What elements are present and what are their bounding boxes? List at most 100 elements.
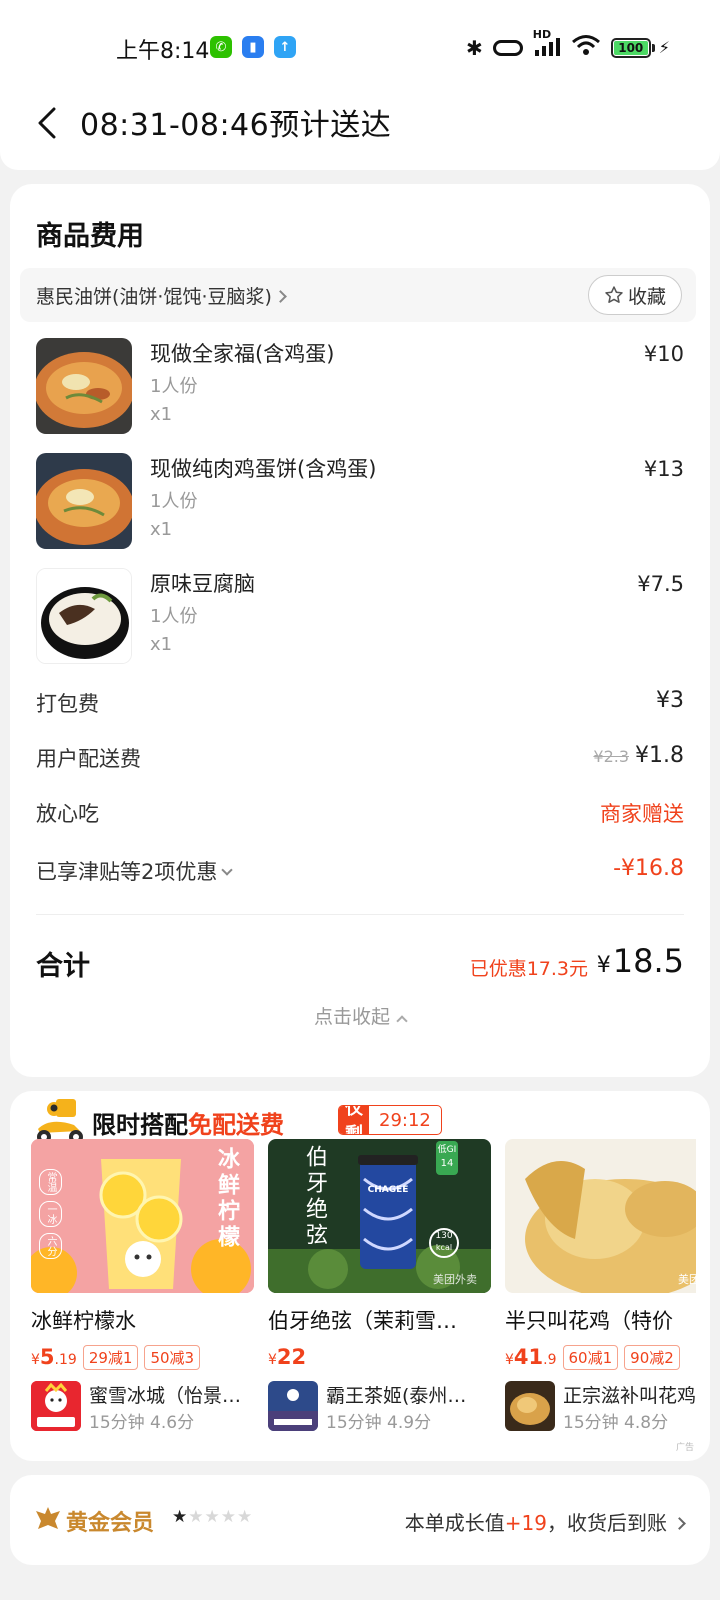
kcal-value: 130 [435, 1231, 453, 1241]
shop-logo [31, 1381, 81, 1431]
delivery-fee-value: ¥1.8 [635, 743, 684, 768]
shop-row[interactable]: 惠民油饼(油饼·馄饨·豆脑浆) 收藏 [20, 268, 696, 322]
item-spec: 1人份 [150, 606, 198, 627]
collapse-label: 点击收起 [313, 1006, 390, 1028]
price-decimal: .19 [54, 1352, 77, 1368]
collapse-button[interactable]: 点击收起 [10, 1002, 710, 1029]
item-name: 现做纯肉鸡蛋饼(含鸡蛋) [150, 457, 377, 481]
item-image [36, 568, 132, 664]
product-card[interactable]: 冰鲜柠檬 常温 一冰 六分 冰鲜柠檬水 ¥5.19 29减1 50减3 蜜雪冰城… [31, 1139, 254, 1433]
product-card[interactable]: 伯牙绝弦 CHAGEE 低GI 14 130 kcal 美团外卖 伯牙绝弦（茉莉… [268, 1139, 491, 1433]
growth-suffix: ，收货后到账 [547, 1511, 667, 1535]
ad-label: 广告 [675, 1443, 694, 1453]
shop-link[interactable]: 惠民油饼(油饼·馄饨·豆脑浆) [36, 282, 287, 309]
member-stars: ★★★★★ [172, 1507, 253, 1527]
product-price: ¥41.9 [505, 1345, 557, 1369]
member-card[interactable]: 黄金会员 ★★★★★ 本单成长值+19，收货后到账 [10, 1475, 710, 1565]
kcal-unit: kcal [435, 1243, 453, 1252]
product-price: ¥5.19 [31, 1345, 77, 1369]
item-spec: 1人份 [150, 376, 198, 397]
status-bar: 上午8:14 ✆ ▮ ↑ ✱ HD 100 ⚡ [0, 0, 720, 96]
delivery-fee-row: 用户配送费 ¥2.3 ¥1.8 [36, 743, 684, 777]
watermark: 美团外卖 [433, 1273, 477, 1286]
favorite-label: 收藏 [627, 285, 666, 308]
image-badge: 一冰 [39, 1201, 62, 1227]
product-image-title: 冰鲜柠檬 [214, 1147, 239, 1251]
status-time: 上午8:14 [116, 39, 210, 64]
assurance-row: 放心吃 商家赠送 [36, 798, 684, 832]
kcal-badge: 130 kcal [430, 1231, 458, 1253]
order-item[interactable]: 现做全家福(含鸡蛋) 1人份 x1 ¥10 [36, 338, 684, 438]
growth-info[interactable]: 本单成长值+19，收货后到账 [404, 1507, 686, 1536]
shop-name: 蜜雪冰城（怡景… [89, 1385, 242, 1407]
vibrate-icon [492, 39, 523, 56]
price-integer: 5 [39, 1345, 55, 1369]
discount-tag: 60减1 [562, 1344, 619, 1370]
shop-logo [268, 1381, 318, 1431]
shop-meta: 15分钟 4.9分 [326, 1413, 432, 1433]
item-name: 原味豆腐脑 [150, 572, 255, 596]
delivery-fee-label: 用户配送费 [36, 747, 141, 771]
page-title: 08:31-08:46预计送达 [80, 108, 392, 143]
product-image-title: 伯牙绝弦 [302, 1145, 327, 1249]
item-qty: x1 [150, 634, 173, 655]
product-price-row: ¥22 [268, 1343, 491, 1371]
gi-label: 低GI [437, 1145, 457, 1155]
assurance-label: 放心吃 [36, 802, 99, 826]
upload-icon: ↑ [274, 36, 296, 58]
notification-icons: ✆ ▮ ↑ [210, 36, 296, 58]
order-item[interactable]: 原味豆腐脑 1人份 x1 ¥7.5 [36, 568, 684, 668]
wechat-icon: ✆ [210, 36, 232, 58]
product-card[interactable]: 美团外卖 半只叫花鸡（特价 ¥41.9 60减1 90减2 正宗滋补叫花鸡 15… [505, 1139, 696, 1433]
item-name: 现做全家福(含鸡蛋) [150, 342, 335, 366]
total-row: 合计 已优惠17.3元 ¥18.5 [36, 942, 684, 986]
product-image: 冰鲜柠檬 常温 一冰 六分 [31, 1139, 254, 1293]
packing-fee-row: 打包费 ¥3 [36, 688, 684, 722]
item-qty: x1 [150, 519, 173, 540]
total-saved: 已优惠17.3元 [469, 958, 588, 980]
shop-info: 蜜雪冰城（怡景… 15分钟 4.6分 [89, 1381, 241, 1433]
member-level: 黄金会员 [66, 1511, 155, 1536]
delivery-fee-original: ¥2.3 [593, 747, 630, 766]
favorite-button[interactable]: 收藏 [588, 275, 682, 315]
discount-tag: 50减3 [144, 1344, 201, 1370]
discount-row[interactable]: 已享津贴等2项优惠 -¥16.8 [36, 856, 684, 890]
shop-meta: 15分钟 4.6分 [89, 1413, 195, 1433]
item-price: ¥7.5 [637, 572, 684, 596]
item-price: ¥10 [643, 342, 684, 366]
growth-prefix: 本单成长值 [404, 1511, 505, 1535]
product-shop[interactable]: 蜜雪冰城（怡景… 15分钟 4.6分 [31, 1381, 254, 1433]
price-integer: 22 [276, 1345, 307, 1369]
gi-value: 14 [440, 1158, 454, 1169]
assurance-value: 商家赠送 [600, 802, 684, 826]
bluetooth-icon: ✱ [466, 35, 483, 60]
timer-value: 29:12 [379, 1109, 431, 1131]
shop-info: 正宗滋补叫花鸡 15分钟 4.8分 [563, 1381, 696, 1433]
total-amount: ¥18.5 [597, 942, 684, 980]
promo-card: 限时搭配免配送费 仅剩 29:12 冰鲜柠檬 常温 一冰 六分 冰鲜柠檬水 ¥5… [10, 1091, 710, 1461]
product-image: 伯牙绝弦 CHAGEE 低GI 14 130 kcal 美团外卖 [268, 1139, 491, 1293]
order-item[interactable]: 现做纯肉鸡蛋饼(含鸡蛋) 1人份 x1 ¥13 [36, 453, 684, 553]
product-shop[interactable]: 霸王茶姬(泰州… 15分钟 4.9分 [268, 1381, 491, 1433]
header-bottom-edge [0, 150, 720, 170]
chevron-down-icon [221, 864, 234, 876]
page-header: 08:31-08:46预计送达 [0, 96, 720, 150]
watermark: 美团外卖 [678, 1273, 696, 1286]
back-arrow-icon[interactable] [34, 106, 62, 140]
packing-fee-value: ¥3 [656, 688, 684, 713]
product-price-row: ¥5.19 29减1 50减3 [31, 1343, 254, 1371]
notes-icon: ▮ [242, 36, 264, 58]
order-fee-card: 商品费用 惠民油饼(油饼·馄饨·豆脑浆) 收藏 现做全家福(含鸡蛋) 1人份 x… [10, 184, 710, 1077]
shop-name: 正宗滋补叫花鸡 [563, 1385, 696, 1407]
price-integer: 41 [513, 1345, 544, 1369]
network-label: HD [532, 28, 552, 41]
total-label: 合计 [36, 951, 90, 982]
star-filled-icon: ★ [172, 1507, 189, 1527]
product-shop[interactable]: 正宗滋补叫花鸡 15分钟 4.8分 [505, 1381, 696, 1433]
promo-title-highlight: 免配送费 [188, 1111, 284, 1139]
promo-title: 限时搭配免配送费 [92, 1105, 284, 1140]
chevron-up-icon [396, 1015, 408, 1027]
discount-toggle[interactable]: 已享津贴等2项优惠 [36, 856, 234, 886]
growth-value: +19 [504, 1511, 547, 1535]
wifi-icon [571, 34, 601, 61]
